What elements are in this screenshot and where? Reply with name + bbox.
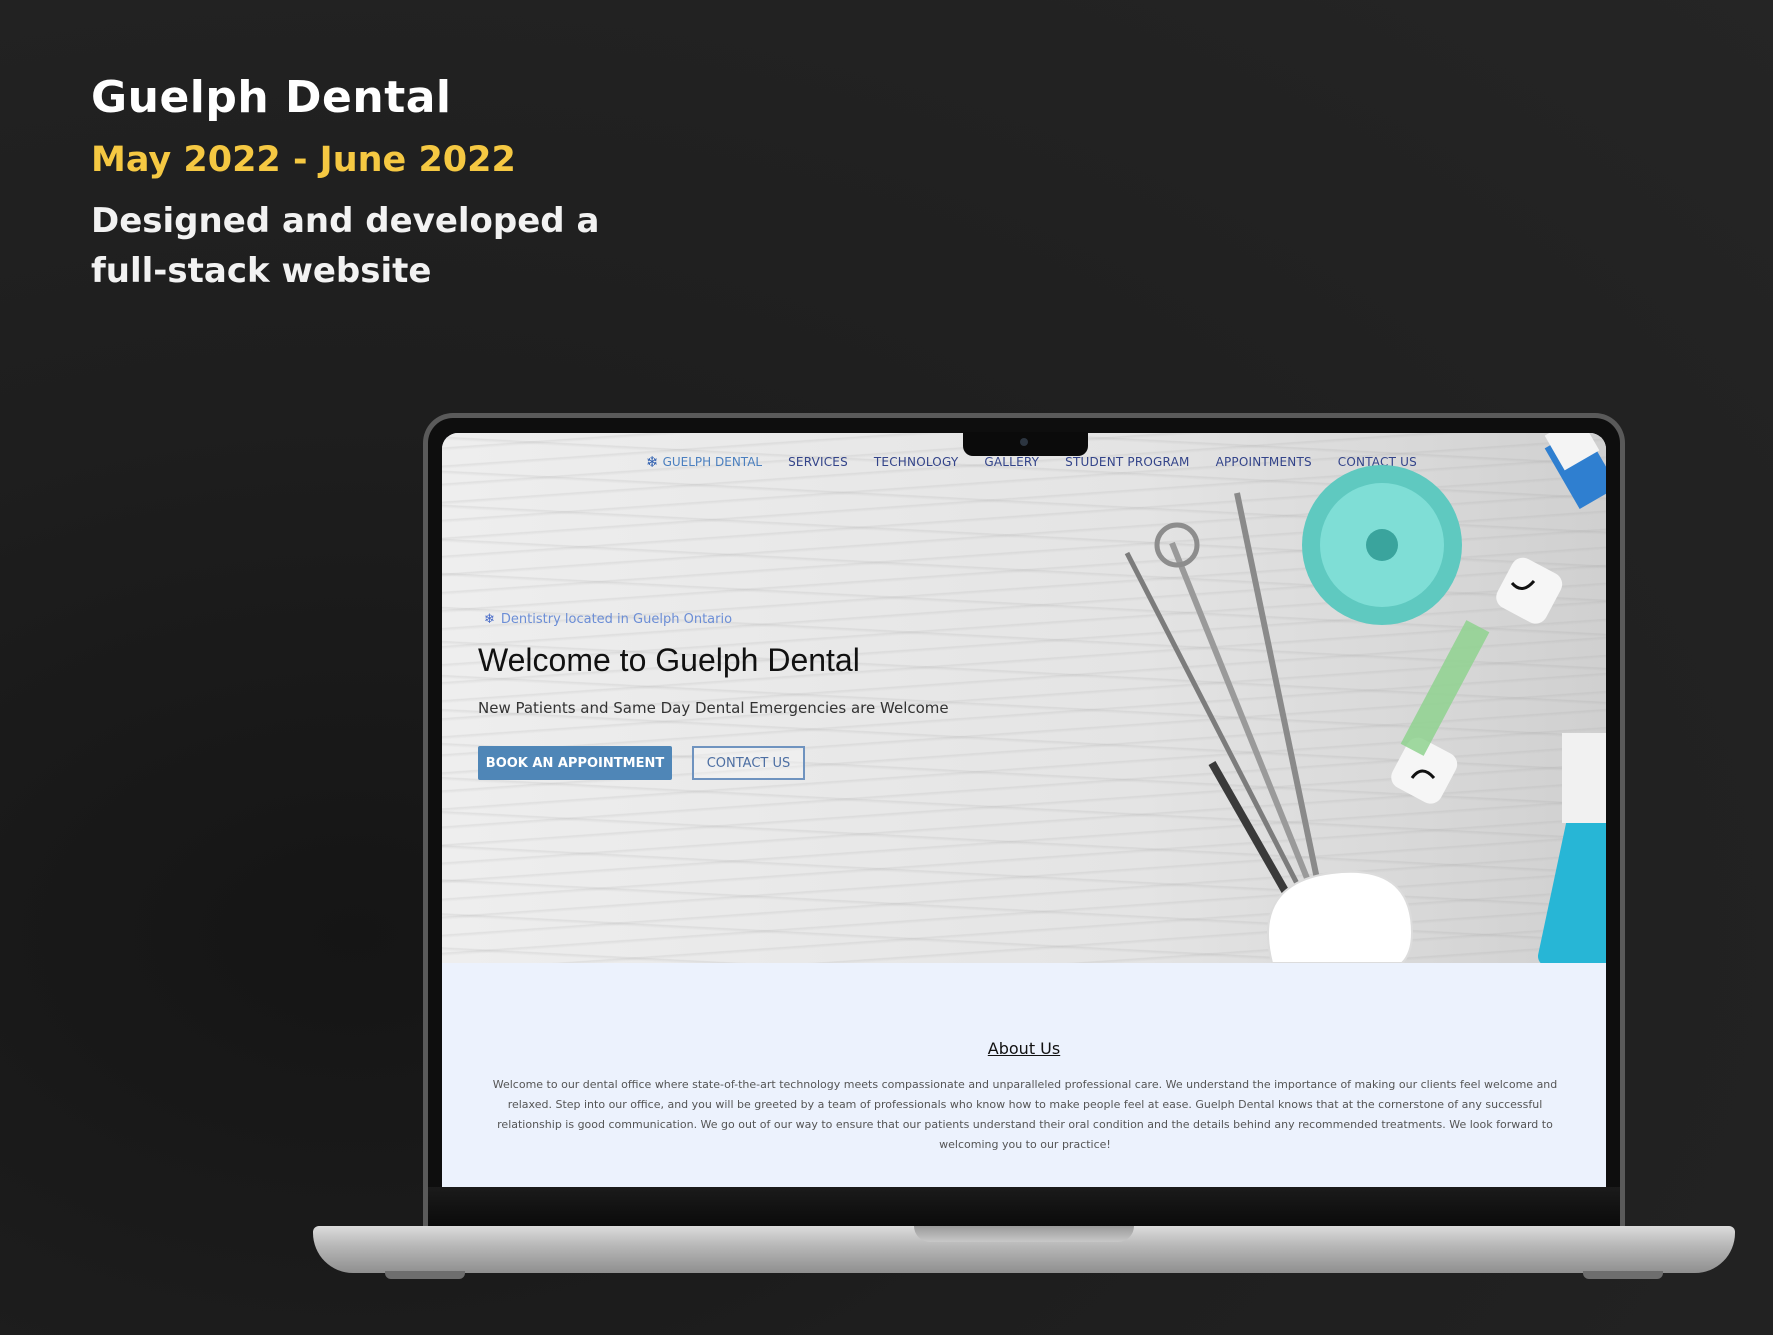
nav-item-technology[interactable]: TECHNOLOGY — [874, 455, 958, 469]
about-us-text: Welcome to our dental office where state… — [492, 1078, 1558, 1151]
nav-item-gallery[interactable]: GALLERY — [984, 455, 1039, 469]
hero-section: ❄ GUELPH DENTAL SERVICES TECHNOLOGY GALL… — [442, 433, 1606, 963]
tooth-icon: ❄ — [484, 612, 495, 627]
camera-notch — [963, 432, 1088, 456]
project-intro: Guelph Dental May 2022 - June 2022 Desig… — [91, 68, 711, 296]
laptop-foot — [385, 1271, 465, 1279]
about-us-heading: About Us — [987, 1039, 1061, 1058]
laptop-hinge — [428, 1187, 1620, 1227]
hero-subtitle: New Patients and Same Day Dental Emergen… — [478, 699, 949, 717]
project-title: Guelph Dental — [91, 72, 452, 123]
brand-label: GUELPH DENTAL — [662, 455, 763, 469]
hero-tagline: ❄ Dentistry located in Guelph Ontario — [484, 612, 732, 627]
laptop-screen: ❄ GUELPH DENTAL SERVICES TECHNOLOGY GALL… — [442, 433, 1606, 1187]
dental-tools-image — [1124, 433, 1606, 963]
contact-us-button[interactable]: CONTACT US — [692, 746, 805, 780]
project-description: Designed and developed a full-stack webs… — [91, 201, 600, 291]
laptop-foot — [1583, 1271, 1663, 1279]
laptop-base-notch — [914, 1226, 1134, 1242]
nav-brand[interactable]: ❄ GUELPH DENTAL — [646, 453, 762, 471]
book-appointment-button[interactable]: BOOK AN APPOINTMENT — [478, 746, 672, 780]
hero-title: Welcome to Guelph Dental — [478, 642, 860, 678]
tooth-icon: ❄ — [646, 453, 659, 471]
tagline-text: Dentistry located in Guelph Ontario — [500, 612, 733, 627]
nav-item-services[interactable]: SERVICES — [788, 455, 848, 469]
project-dates: May 2022 - June 2022 — [91, 140, 516, 180]
